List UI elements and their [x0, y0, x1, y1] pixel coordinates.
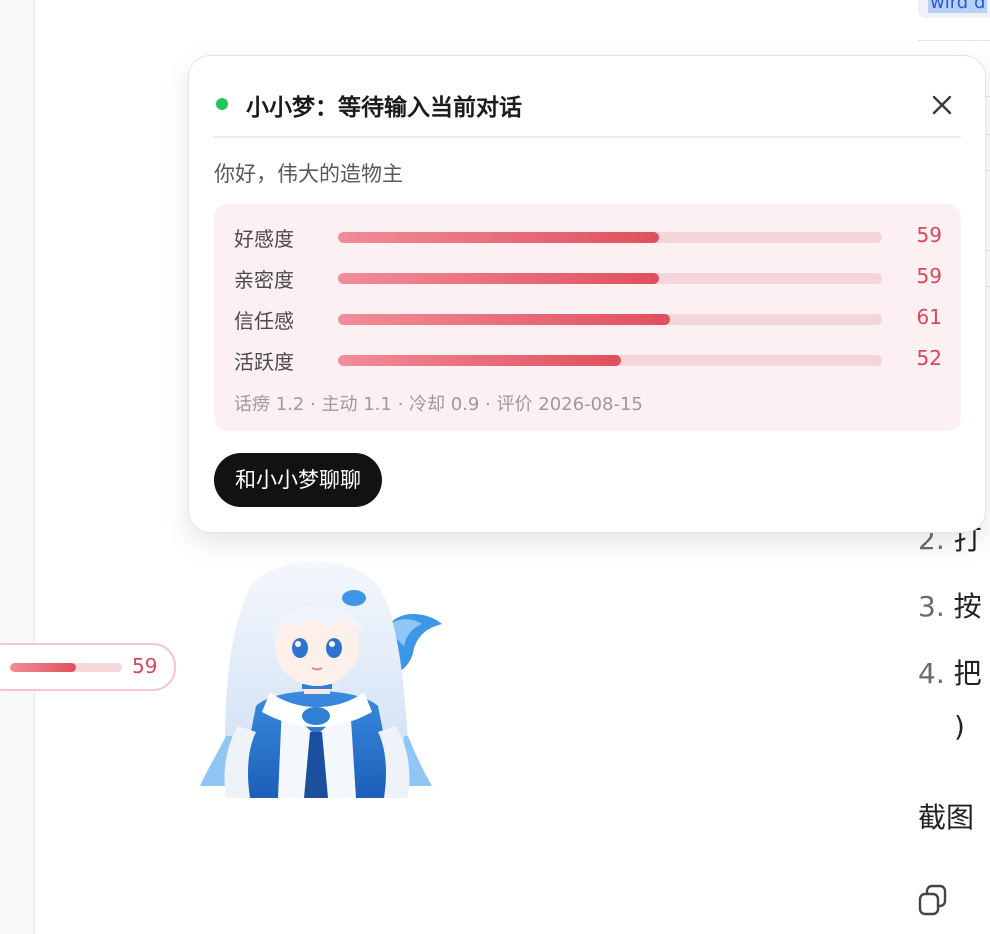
avatar-character[interactable]	[186, 536, 448, 798]
list-item: 3. 按	[918, 590, 982, 623]
table-line	[986, 96, 990, 97]
mini-stat-bar	[10, 663, 122, 672]
list-item-continuation: )	[954, 710, 965, 743]
stat-bar	[338, 355, 882, 366]
stats-panel: 好感度 59 亲密度 59 信任感 61 活跃度 52 话痨 1.2 · 主动 …	[214, 204, 961, 431]
status-dot-icon	[216, 98, 228, 110]
stat-value: 52	[916, 346, 942, 370]
selected-text: wird d	[928, 0, 988, 13]
list-item: 4. 把	[918, 657, 982, 690]
table-line	[986, 250, 990, 251]
card-title: 小小梦：等待输入当前对话	[246, 95, 522, 121]
table-line	[986, 170, 990, 171]
table-line	[986, 134, 990, 135]
stat-label: 好感度	[234, 227, 294, 251]
mini-stat-pill[interactable]: 59	[0, 643, 176, 691]
stat-bar	[338, 232, 882, 243]
companion-status-card: 小小梦：等待输入当前对话 你好，伟大的造物主 好感度 59 亲密度 59 信任感…	[188, 55, 986, 533]
stat-row: 信任感 61	[234, 303, 942, 333]
stat-value: 61	[916, 305, 942, 329]
stat-row: 亲密度 59	[234, 262, 942, 292]
stat-value: 59	[916, 264, 942, 288]
paragraph-text: 截图	[918, 801, 975, 834]
stat-bar-fill	[338, 232, 659, 243]
left-rail	[0, 0, 35, 934]
stat-value: 59	[916, 223, 942, 247]
stat-label: 亲密度	[234, 268, 294, 292]
chat-button[interactable]: 和小小梦聊聊	[214, 453, 382, 507]
card-divider	[213, 136, 961, 138]
stat-row: 活跃度 52	[234, 344, 942, 374]
mini-stat-bar-fill	[10, 663, 77, 672]
stat-bar	[338, 314, 882, 325]
stat-label: 信任感	[234, 309, 294, 333]
divider	[918, 40, 990, 41]
selected-text-chip: wird d	[918, 0, 990, 18]
personality-meta: 话痨 1.2 · 主动 1.1 · 冷却 0.9 · 评价 2026-08-15	[234, 394, 643, 415]
close-icon[interactable]	[931, 94, 953, 116]
stat-bar	[338, 273, 882, 284]
stat-bar-fill	[338, 273, 659, 284]
card-header: 小小梦：等待输入当前对话	[214, 84, 963, 124]
stat-bar-fill	[338, 355, 621, 366]
greeting-text: 你好，伟大的造物主	[214, 162, 403, 186]
stat-bar-fill	[338, 314, 670, 325]
table-line	[986, 286, 990, 287]
stat-row: 好感度 59	[234, 221, 942, 251]
mini-stat-value: 59	[132, 654, 158, 678]
stat-label: 活跃度	[234, 350, 294, 374]
copy-icon[interactable]	[918, 884, 948, 918]
